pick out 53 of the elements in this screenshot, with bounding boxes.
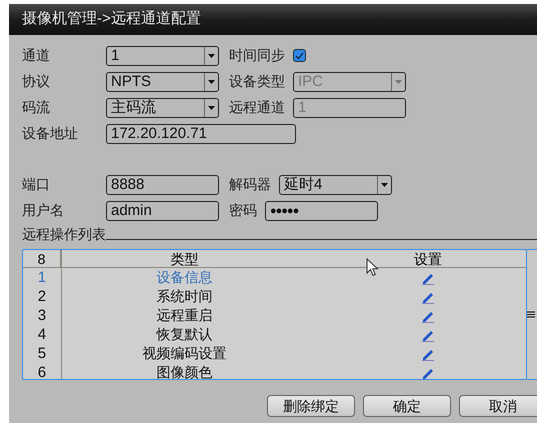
field-label: 解码器 <box>229 175 271 194</box>
table-cell-text: 恢复默认 <box>155 325 214 344</box>
table-row[interactable]: 3 远程重启 <box>23 306 526 325</box>
table-cell-text: 图像颜色 <box>156 363 214 379</box>
field-label: 设备地址 <box>22 124 79 143</box>
table-row[interactable]: 5 视频编码设置 <box>23 344 526 363</box>
input-field[interactable]: 172.20.120.71 <box>106 124 296 144</box>
caret-icon <box>208 54 215 58</box>
row-number: 1 <box>36 268 48 287</box>
grip-icon <box>527 311 535 318</box>
caret-icon <box>208 106 215 110</box>
dropdown[interactable]: 主码流 <box>106 98 219 118</box>
checkbox[interactable] <box>293 49 306 62</box>
field-label: 协议 <box>22 72 51 91</box>
table-row[interactable]: 6 图像颜色 <box>23 363 526 379</box>
column-header: 设置 <box>413 250 444 267</box>
password-field[interactable]: ●●●●● <box>265 200 378 220</box>
field-label: 码流 <box>22 98 51 117</box>
row-number: 3 <box>36 306 48 325</box>
table-cell-text: 远程重启 <box>156 306 214 325</box>
row-number: 5 <box>36 344 48 363</box>
dropdown[interactable]: 1 <box>106 46 219 66</box>
field-label: 时间同步 <box>229 46 285 65</box>
field-label: 用户名 <box>22 201 65 220</box>
field-label: 密码 <box>229 201 257 220</box>
column-header: 类型 <box>170 250 200 267</box>
row-number: 4 <box>36 325 48 344</box>
table-cell-text: 视频编码设置 <box>142 344 228 363</box>
dropdown[interactable]: 延时4 <box>279 174 392 194</box>
column-header: 8 <box>23 250 61 267</box>
field-label: 远程通道 <box>229 98 285 117</box>
dialog-button[interactable]: 取消 <box>459 395 537 417</box>
input-field[interactable]: admin <box>106 200 219 220</box>
mouse-cursor-icon <box>366 258 379 278</box>
row-number: 6 <box>36 363 48 379</box>
table-row[interactable]: 4 恢复默认 <box>23 325 526 344</box>
table-row[interactable]: 2 系统时间 <box>23 287 526 306</box>
dropdown[interactable]: NPTS <box>106 72 219 92</box>
caret-icon <box>395 80 402 84</box>
caret-icon <box>381 182 388 186</box>
table-cell-text: 系统时间 <box>156 287 214 306</box>
input-field[interactable]: 8888 <box>106 174 219 194</box>
scrollbar[interactable] <box>527 249 537 380</box>
row-number: 2 <box>36 287 48 306</box>
window-title: 摄像机管理->远程通道配置 <box>22 9 201 30</box>
dialog-button[interactable]: 删除绑定 <box>267 395 355 417</box>
field-label: 端口 <box>22 175 51 194</box>
caret-icon <box>208 80 215 84</box>
table-cell-text: 设备信息 <box>156 268 214 287</box>
field-label: 通道 <box>22 46 51 65</box>
dialog-button[interactable]: 确定 <box>363 395 451 417</box>
field-label: 设备类型 <box>229 72 285 91</box>
section-title: 远程操作列表 <box>22 225 106 243</box>
